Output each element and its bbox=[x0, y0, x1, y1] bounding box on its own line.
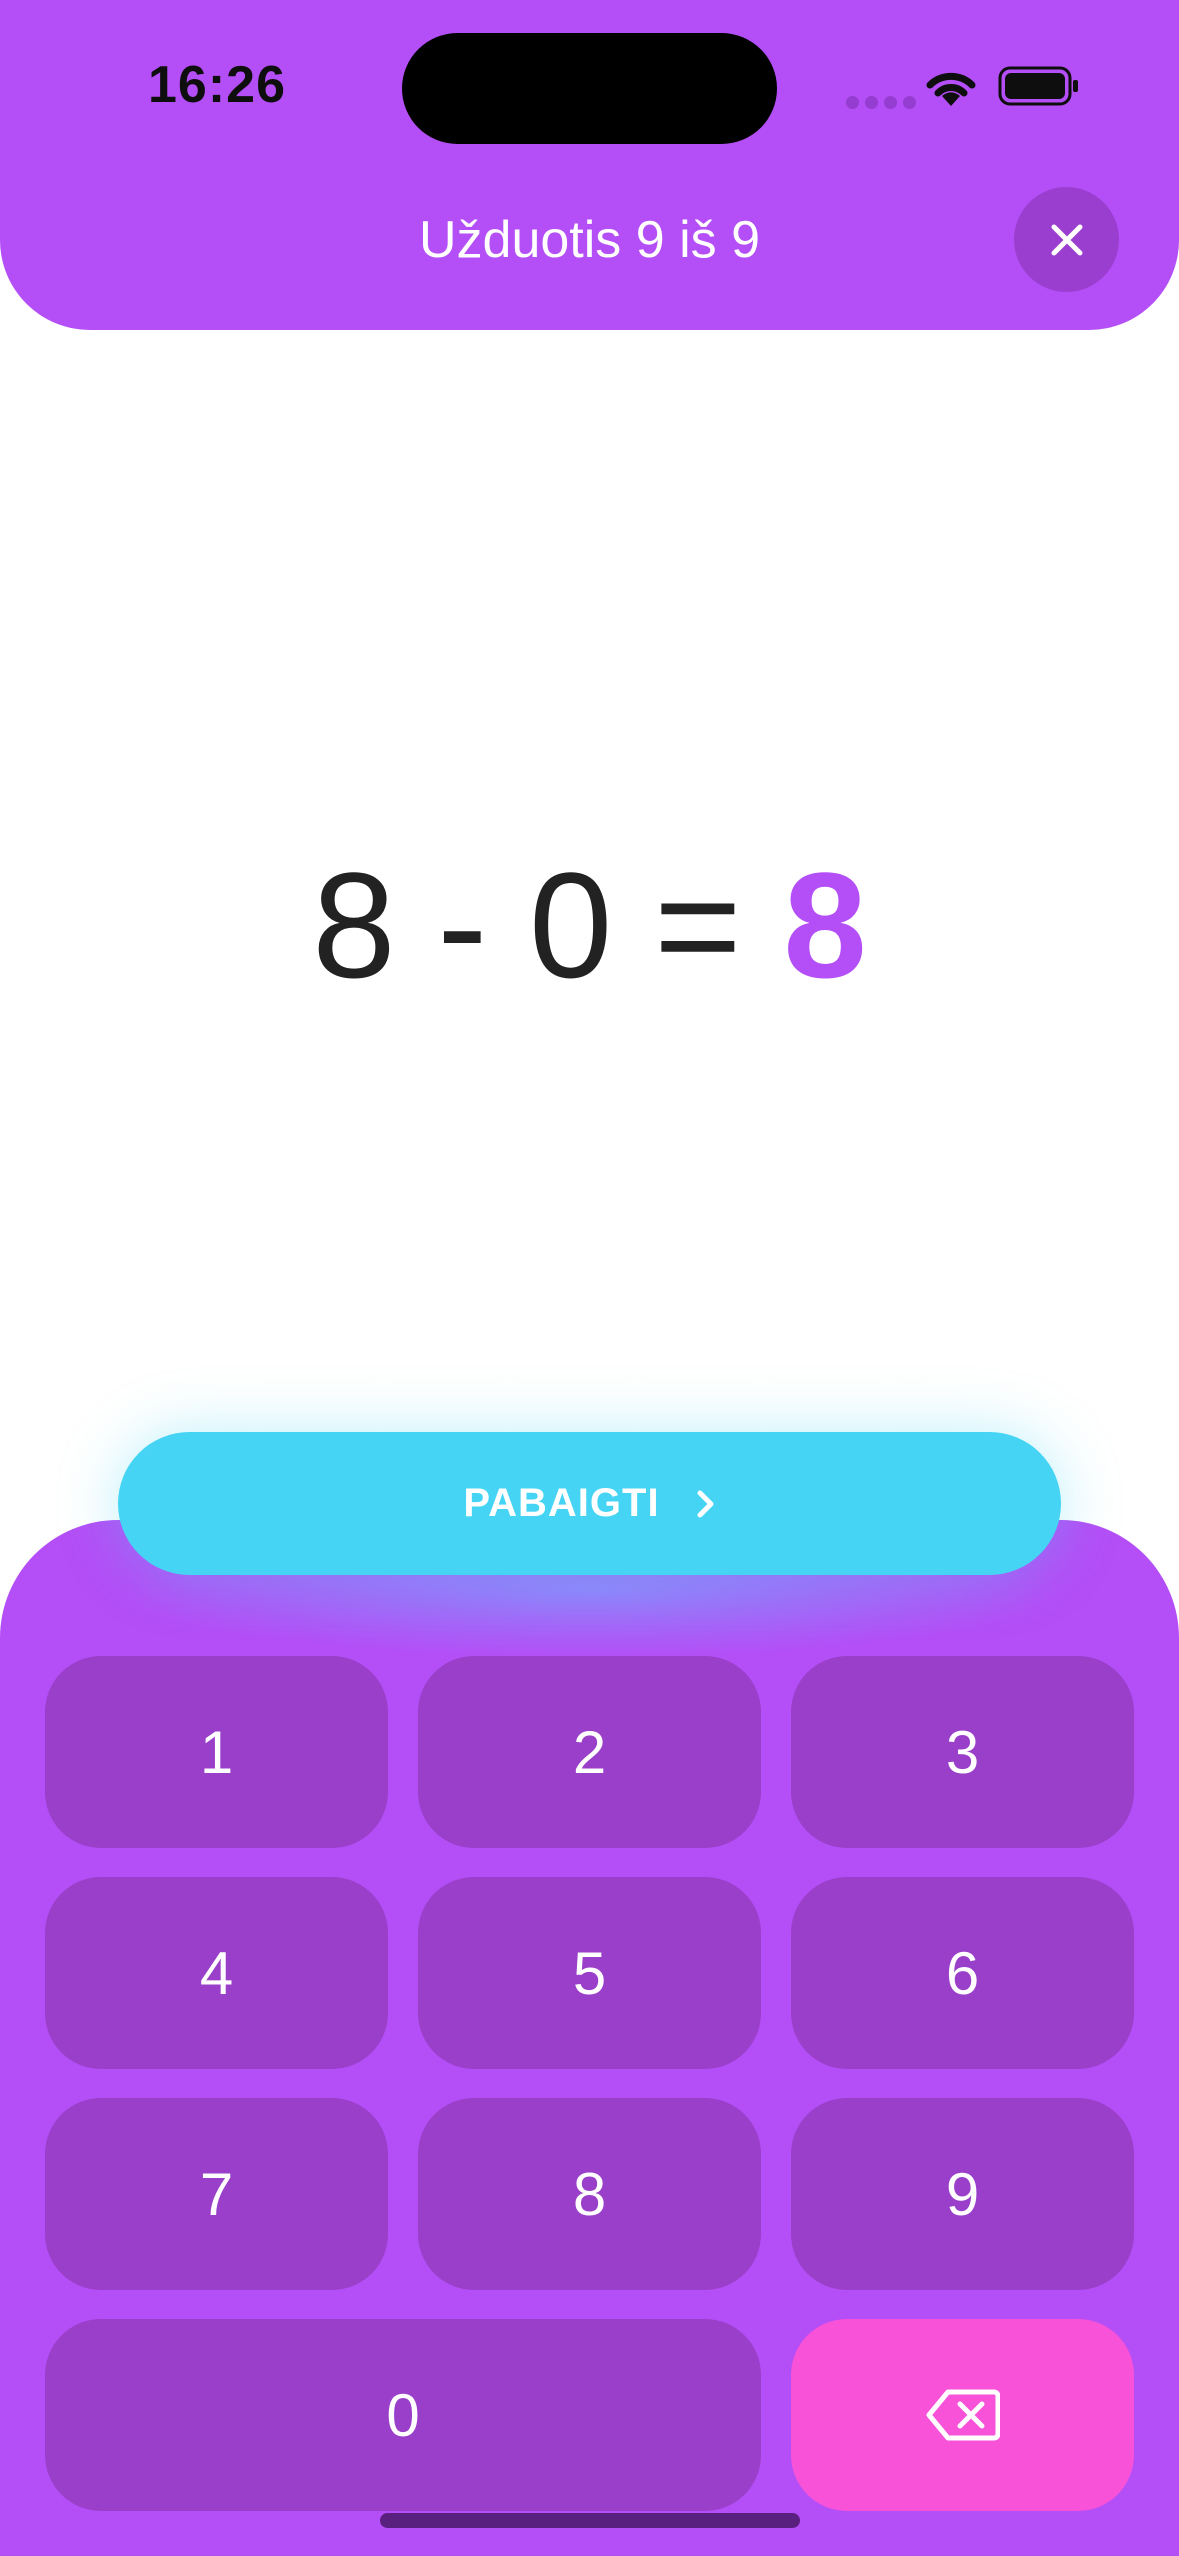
backspace-button[interactable] bbox=[791, 2319, 1134, 2511]
dynamic-island bbox=[402, 33, 777, 144]
left-operand: 8 bbox=[312, 841, 396, 1009]
finish-button[interactable]: PABAIGTI bbox=[118, 1432, 1061, 1575]
key-5[interactable]: 5 bbox=[418, 1877, 761, 2069]
key-6[interactable]: 6 bbox=[791, 1877, 1134, 2069]
equals-sign: = bbox=[654, 841, 742, 1009]
cellular-signal-icon bbox=[846, 96, 916, 109]
key-4[interactable]: 4 bbox=[45, 1877, 388, 2069]
operator: - bbox=[437, 841, 488, 1009]
key-9[interactable]: 9 bbox=[791, 2098, 1134, 2290]
key-3[interactable]: 3 bbox=[791, 1656, 1134, 1848]
battery-icon bbox=[998, 66, 1078, 106]
status-time: 16:26 bbox=[148, 56, 286, 114]
equation: 8 - 0 = 8 bbox=[0, 845, 1179, 1005]
backspace-icon bbox=[926, 2389, 1000, 2441]
close-icon bbox=[1051, 224, 1082, 255]
key-0[interactable]: 0 bbox=[45, 2319, 761, 2511]
answer-value: 8 bbox=[783, 841, 867, 1009]
right-operand: 0 bbox=[528, 841, 613, 1009]
key-7[interactable]: 7 bbox=[45, 2098, 388, 2290]
chevron-right-icon bbox=[697, 1490, 714, 1517]
close-button[interactable] bbox=[1014, 187, 1119, 292]
page-title: Užduotis 9 iš 9 bbox=[418, 211, 761, 269]
key-2[interactable]: 2 bbox=[418, 1656, 761, 1848]
key-1[interactable]: 1 bbox=[45, 1656, 388, 1848]
key-8[interactable]: 8 bbox=[418, 2098, 761, 2290]
home-indicator bbox=[380, 2513, 800, 2528]
wifi-icon bbox=[926, 72, 976, 106]
finish-button-label: PABAIGTI bbox=[463, 1481, 660, 1525]
